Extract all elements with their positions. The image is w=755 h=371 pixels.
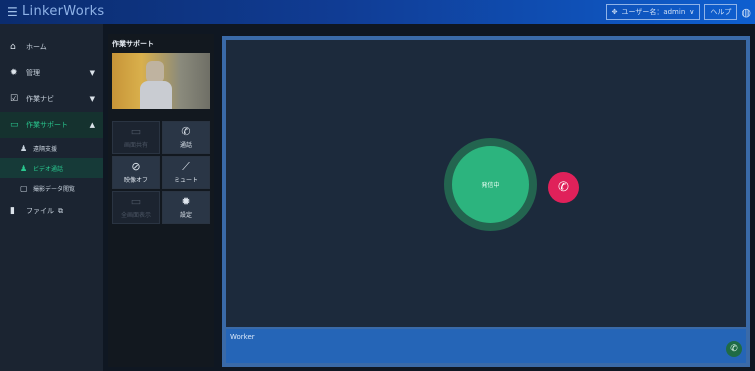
settings-button[interactable]: ✹ 設定	[162, 191, 210, 224]
sidebar-subitem-capture-data[interactable]: ▢ 撮影データ閲覧	[0, 178, 103, 198]
self-video-preview	[112, 53, 210, 109]
sidebar-item-label: ファイル	[26, 207, 54, 215]
sidebar-item-label: 管理	[26, 69, 40, 77]
monitor-icon: ▭	[130, 125, 142, 138]
participant-call-button[interactable]: ✆	[726, 341, 742, 357]
mute-button[interactable]: ⟋ ミュート	[162, 156, 210, 189]
checklist-icon: ☑	[10, 94, 19, 104]
support-panel: 作業サポート ▭ 画面共有 ✆ 通話 ⊘ 映像オフ ⟋ ミュート ▭ 全画面表示…	[108, 34, 214, 367]
button-label: 画面共有	[123, 142, 148, 149]
sidebar-subitem-remote-support[interactable]: ♟ 遠隔支援	[0, 138, 103, 158]
sidebar: ⌂ ホーム ✹ 管理 ▼ ☑ 作業ナビ ▼ ▭ 作業サポート ▲ ♟ 遠隔支援 …	[0, 24, 103, 371]
button-label: 設定	[179, 212, 192, 219]
sidebar-item-label: 作業ナビ	[26, 95, 54, 103]
user-icon: ✥	[611, 8, 618, 16]
camera-off-icon: ⊘	[131, 160, 141, 173]
help-button[interactable]: ヘルプ	[704, 4, 738, 20]
sidebar-item-work-support[interactable]: ▭ 作業サポート ▲	[0, 112, 103, 138]
phone-icon: ✆	[181, 125, 191, 138]
screen-share-button[interactable]: ▭ 画面共有	[112, 121, 160, 154]
top-bar: ☰ LinkerWorks ✥ ユーザー名：admin ∨ ヘルプ ◍	[0, 0, 755, 24]
sidebar-subitem-label: 撮影データ閲覧	[33, 185, 76, 193]
participant-bar: Worker ✆	[226, 329, 746, 363]
phone-hangup-icon: ✆	[558, 180, 569, 195]
globe-icon[interactable]: ◍	[741, 6, 751, 19]
sidebar-subitem-label: 遠隔支援	[33, 145, 58, 153]
sidebar-item-home[interactable]: ⌂ ホーム	[0, 34, 103, 60]
menu-icon[interactable]: ☰	[7, 6, 18, 18]
home-icon: ⌂	[10, 42, 16, 52]
sidebar-subitem-video-call[interactable]: ♟ ビデオ通話	[0, 158, 103, 178]
gear-icon: ✹	[10, 68, 18, 78]
fullscreen-button[interactable]: ▭ 全画面表示	[112, 191, 160, 224]
user-menu-button[interactable]: ✥ ユーザー名：admin ∨	[605, 4, 701, 20]
image-icon: ▢	[20, 183, 28, 193]
remote-video-area: 発信中 ✆	[226, 40, 746, 327]
gear-icon: ✹	[181, 195, 191, 208]
external-link-icon: ⧉	[58, 206, 63, 215]
caret-up-icon: ▲	[89, 121, 95, 129]
monitor-icon: ▭	[10, 120, 19, 130]
sidebar-subitem-label: ビデオ通話	[33, 165, 64, 173]
person-icon: ♟	[20, 163, 28, 173]
chevron-down-icon: ∨	[689, 8, 695, 16]
calling-indicator-ring: 発信中	[444, 138, 537, 231]
control-grid: ▭ 画面共有 ✆ 通話 ⊘ 映像オフ ⟋ ミュート ▭ 全画面表示 ✹ 設定	[112, 121, 210, 224]
header-actions: ✥ ユーザー名：admin ∨ ヘルプ ◍	[605, 4, 751, 20]
phone-icon: ✆	[730, 344, 738, 354]
video-off-button[interactable]: ⊘ 映像オフ	[112, 156, 160, 189]
button-label: 映像オフ	[123, 177, 148, 184]
mic-off-icon: ⟋	[182, 160, 190, 173]
sidebar-item-admin[interactable]: ✹ 管理 ▼	[0, 60, 103, 86]
sidebar-item-label: ホーム	[26, 43, 47, 51]
button-label: ミュート	[173, 177, 198, 184]
sidebar-item-label: 作業サポート	[26, 121, 68, 129]
file-icon: ▮	[10, 206, 15, 216]
person-icon: ♟	[20, 143, 28, 153]
hangup-button[interactable]: ✆	[548, 172, 579, 203]
call-status-label: 発信中	[481, 182, 500, 189]
sidebar-item-work-navi[interactable]: ☑ 作業ナビ ▼	[0, 86, 103, 112]
call-button[interactable]: ✆ 通話	[162, 121, 210, 154]
participant-name: Worker	[230, 333, 255, 341]
caret-down-icon: ▼	[89, 69, 95, 77]
panel-title: 作業サポート	[112, 40, 154, 48]
calling-indicator: 発信中	[452, 146, 529, 223]
call-area: 発信中 ✆ Worker ✆	[222, 36, 750, 367]
app-logo: LinkerWorks	[22, 4, 105, 19]
user-menu-label: ユーザー名：admin	[621, 8, 686, 16]
button-label: 全画面表示	[120, 212, 151, 219]
sidebar-item-file[interactable]: ▮ ファイル ⧉	[0, 198, 103, 224]
button-label: 通話	[179, 142, 192, 149]
fullscreen-icon: ▭	[130, 195, 142, 208]
caret-down-icon: ▼	[89, 95, 95, 103]
